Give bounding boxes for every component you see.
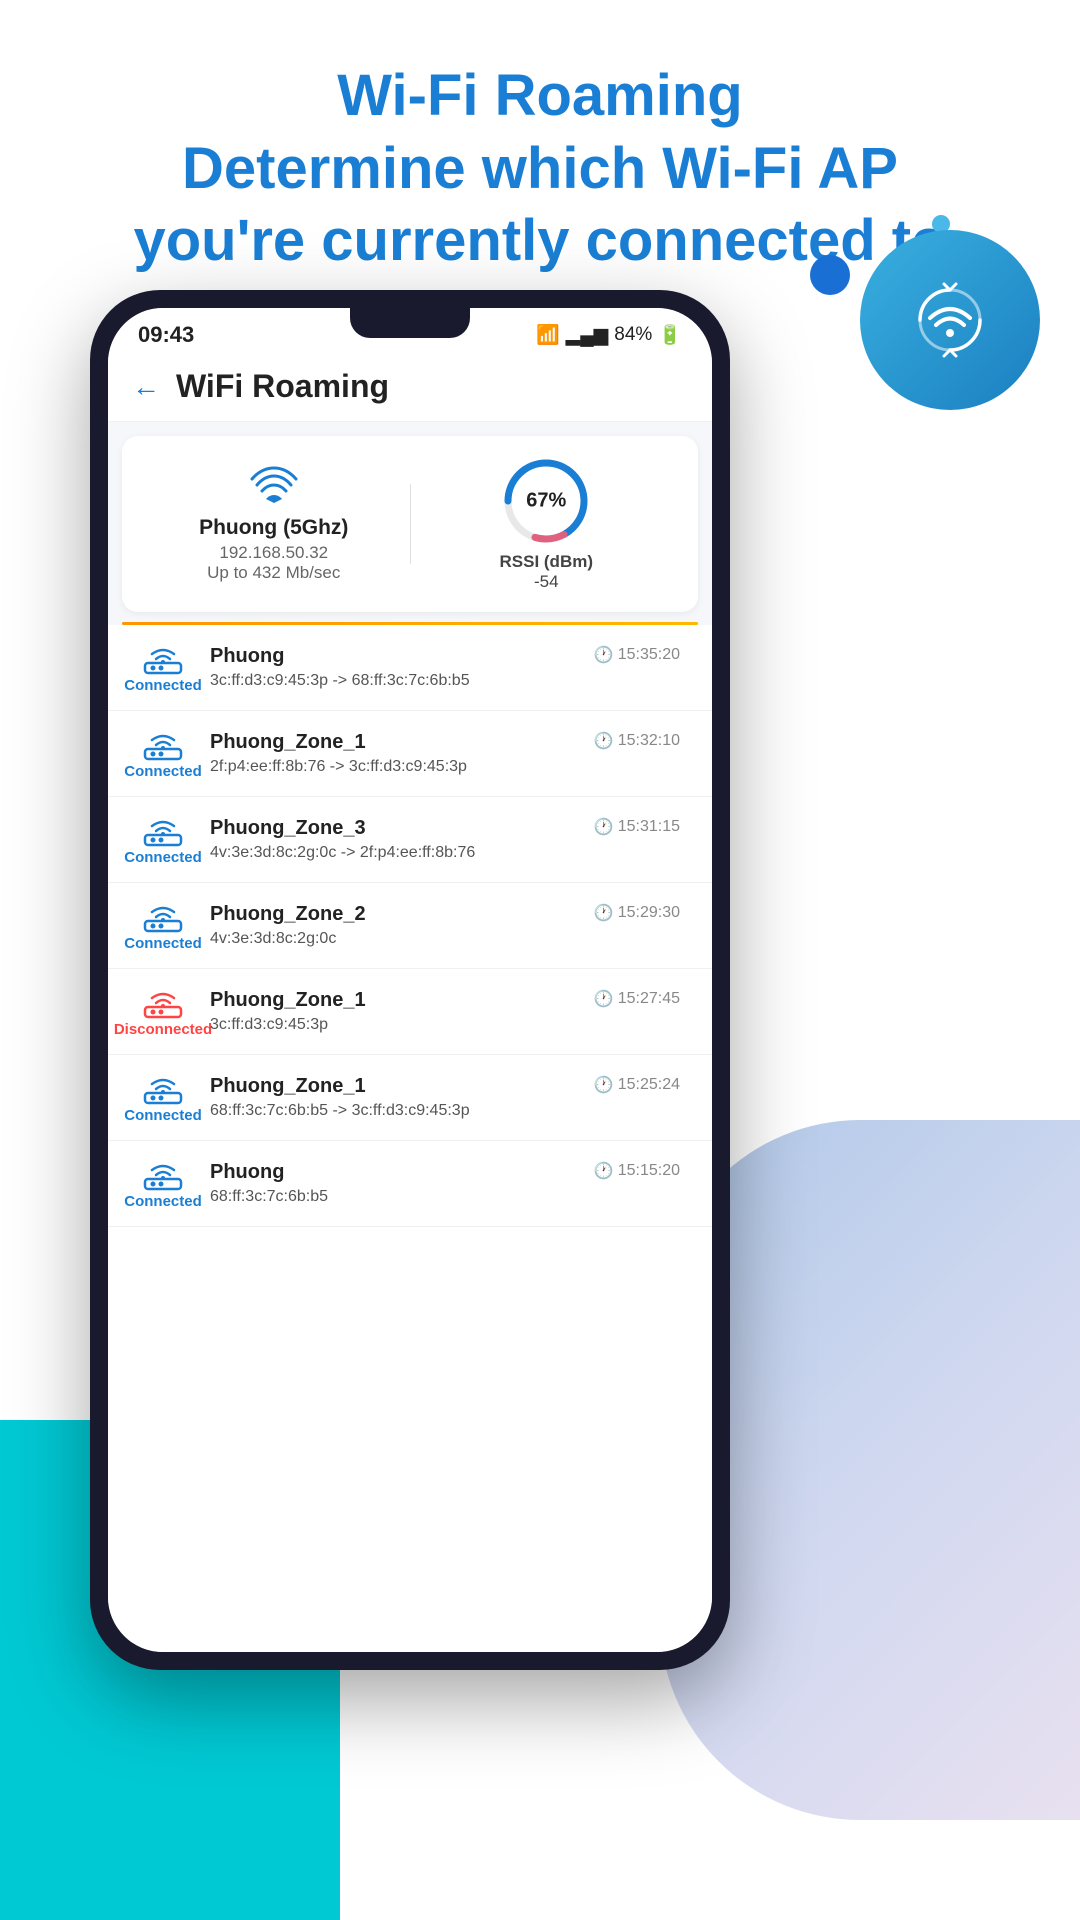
router-icon [141, 899, 185, 935]
router-icon-col: Connected [128, 727, 198, 780]
item-mac: 4v:3e:3d:8c:2g:0c -> 2f:p4:ee:ff:8b:76 [210, 844, 680, 862]
list-content: Phuong_Zone_1 🕐 15:27:45 3c:ff:d3:c9:45:… [198, 989, 692, 1034]
router-icon [141, 1157, 185, 1193]
item-name: Phuong_Zone_1 [210, 1075, 366, 1098]
item-name: Phuong_Zone_1 [210, 989, 366, 1012]
list-item[interactable]: Connected Phuong_Zone_1 🕐 15:25:24 68:ff… [108, 1055, 712, 1141]
list-row-top: Phuong_Zone_2 🕐 15:29:30 [210, 903, 680, 926]
app-title: WiFi Roaming [176, 368, 389, 405]
list-content: Phuong 🕐 15:15:20 68:ff:3c:7c:6b:b5 [198, 1161, 692, 1206]
connection-status-label: Connected [124, 849, 202, 866]
back-button[interactable]: ← [132, 371, 160, 403]
list-content: Phuong_Zone_1 🕐 15:32:10 2f:p4:ee:ff:8b:… [198, 731, 692, 776]
connection-status-label: Connected [124, 763, 202, 780]
rssi-circle: 67% [501, 456, 591, 546]
connection-status-label: Connected [124, 1107, 202, 1124]
item-time: 🕐 15:15:20 [594, 1161, 680, 1181]
clock-icon: 🕐 [594, 1075, 614, 1095]
item-time: 🕐 15:32:10 [594, 731, 680, 751]
list-item[interactable]: Connected Phuong 🕐 15:15:20 68:ff:3c:7c:… [108, 1141, 712, 1227]
phone-frame: 09:43 📶 ▂▄▆ 84% 🔋 ← WiFi Roaming [90, 290, 730, 1670]
list-content: Phuong 🕐 15:35:20 3c:ff:d3:c9:45:3p -> 6… [198, 645, 692, 690]
phone-mockup: 09:43 📶 ▂▄▆ 84% 🔋 ← WiFi Roaming [90, 290, 730, 1670]
clock-icon: 🕐 [594, 1161, 614, 1181]
rssi-percent: 67% [526, 490, 566, 513]
list-row-top: Phuong_Zone_1 🕐 15:27:45 [210, 989, 680, 1012]
header-line1: Wi-Fi Roaming [337, 63, 742, 128]
list-row-top: Phuong 🕐 15:35:20 [210, 645, 680, 668]
bg-dot-large [810, 255, 850, 295]
header-line2: Determine which Wi-Fi AP [182, 136, 898, 201]
list-row-top: Phuong_Zone_3 🕐 15:31:15 [210, 817, 680, 840]
router-icon [141, 1071, 185, 1107]
item-name: Phuong_Zone_3 [210, 817, 366, 840]
rssi-value: -54 [534, 572, 559, 592]
router-icon [141, 813, 185, 849]
list-item[interactable]: Connected Phuong 🕐 15:35:20 3c:ff:d3:c9:… [108, 625, 712, 711]
list-item[interactable]: Disconnected Phuong_Zone_1 🕐 15:27:45 3c… [108, 969, 712, 1055]
router-icon-col: Connected [128, 1071, 198, 1124]
summary-left: Phuong (5Ghz) 192.168.50.32 Up to 432 Mb… [138, 465, 410, 583]
signal-bars: ▂▄▆ [566, 324, 609, 347]
summary-ip: 192.168.50.32 [219, 543, 328, 563]
connection-status-label: Connected [124, 1193, 202, 1210]
item-time: 🕐 15:31:15 [594, 817, 680, 837]
clock-icon: 🕐 [594, 645, 614, 665]
clock-icon: 🕐 [594, 903, 614, 923]
phone-screen: 09:43 📶 ▂▄▆ 84% 🔋 ← WiFi Roaming [108, 308, 712, 1652]
phone-notch [350, 308, 470, 338]
list-row-top: Phuong 🕐 15:15:20 [210, 1161, 680, 1184]
item-mac: 4v:3e:3d:8c:2g:0c [210, 930, 680, 948]
connection-status-label: Connected [124, 935, 202, 952]
item-mac: 68:ff:3c:7c:6b:b5 [210, 1188, 680, 1206]
router-icon [141, 985, 185, 1021]
status-time: 09:43 [138, 322, 194, 348]
item-time: 🕐 15:27:45 [594, 989, 680, 1009]
summary-speed: Up to 432 Mb/sec [207, 563, 340, 583]
list-item[interactable]: Connected Phuong_Zone_3 🕐 15:31:15 4v:3e… [108, 797, 712, 883]
rssi-label: RSSI (dBm) [500, 552, 594, 572]
list-row-top: Phuong_Zone_1 🕐 15:25:24 [210, 1075, 680, 1098]
item-mac: 3c:ff:d3:c9:45:3p -> 68:ff:3c:7c:6b:b5 [210, 672, 680, 690]
wifi-icon-large [249, 465, 299, 510]
app-header: ← WiFi Roaming [108, 358, 712, 422]
wifi-roaming-icon-circle [860, 230, 1040, 410]
item-name: Phuong [210, 645, 284, 668]
item-time: 🕐 15:29:30 [594, 903, 680, 923]
item-mac: 3c:ff:d3:c9:45:3p [210, 1016, 680, 1034]
summary-ssid: Phuong (5Ghz) [199, 516, 348, 540]
item-name: Phuong [210, 1161, 284, 1184]
battery-icon: 🔋 [658, 323, 682, 347]
summary-card: Phuong (5Ghz) 192.168.50.32 Up to 432 Mb… [122, 436, 698, 612]
clock-icon: 🕐 [594, 817, 614, 837]
connection-list[interactable]: Connected Phuong 🕐 15:35:20 3c:ff:d3:c9:… [108, 625, 712, 1652]
status-icons: 📶 ▂▄▆ 84% 🔋 [536, 323, 682, 347]
clock-icon: 🕐 [594, 731, 614, 751]
connection-status-label: Connected [124, 677, 202, 694]
router-icon-col: Connected [128, 813, 198, 866]
wifi-status-icon: 📶 [536, 323, 560, 347]
list-row-top: Phuong_Zone_1 🕐 15:32:10 [210, 731, 680, 754]
item-mac: 2f:p4:ee:ff:8b:76 -> 3c:ff:d3:c9:45:3p [210, 758, 680, 776]
list-item[interactable]: Connected Phuong_Zone_1 🕐 15:32:10 2f:p4… [108, 711, 712, 797]
item-name: Phuong_Zone_2 [210, 903, 366, 926]
router-icon-col: Connected [128, 1157, 198, 1210]
router-icon [141, 727, 185, 763]
summary-right: 67% RSSI (dBm) -54 [411, 456, 683, 592]
router-icon [141, 641, 185, 677]
router-icon-col: Connected [128, 899, 198, 952]
item-name: Phuong_Zone_1 [210, 731, 366, 754]
battery-label: 84% [614, 324, 652, 346]
router-icon-col: Disconnected [128, 985, 198, 1038]
item-time: 🕐 15:35:20 [594, 645, 680, 665]
item-mac: 68:ff:3c:7c:6b:b5 -> 3c:ff:d3:c9:45:3p [210, 1102, 680, 1120]
router-icon-col: Connected [128, 641, 198, 694]
list-content: Phuong_Zone_3 🕐 15:31:15 4v:3e:3d:8c:2g:… [198, 817, 692, 862]
list-item[interactable]: Connected Phuong_Zone_2 🕐 15:29:30 4v:3e… [108, 883, 712, 969]
item-time: 🕐 15:25:24 [594, 1075, 680, 1095]
list-content: Phuong_Zone_2 🕐 15:29:30 4v:3e:3d:8c:2g:… [198, 903, 692, 948]
clock-icon: 🕐 [594, 989, 614, 1009]
list-content: Phuong_Zone_1 🕐 15:25:24 68:ff:3c:7c:6b:… [198, 1075, 692, 1120]
